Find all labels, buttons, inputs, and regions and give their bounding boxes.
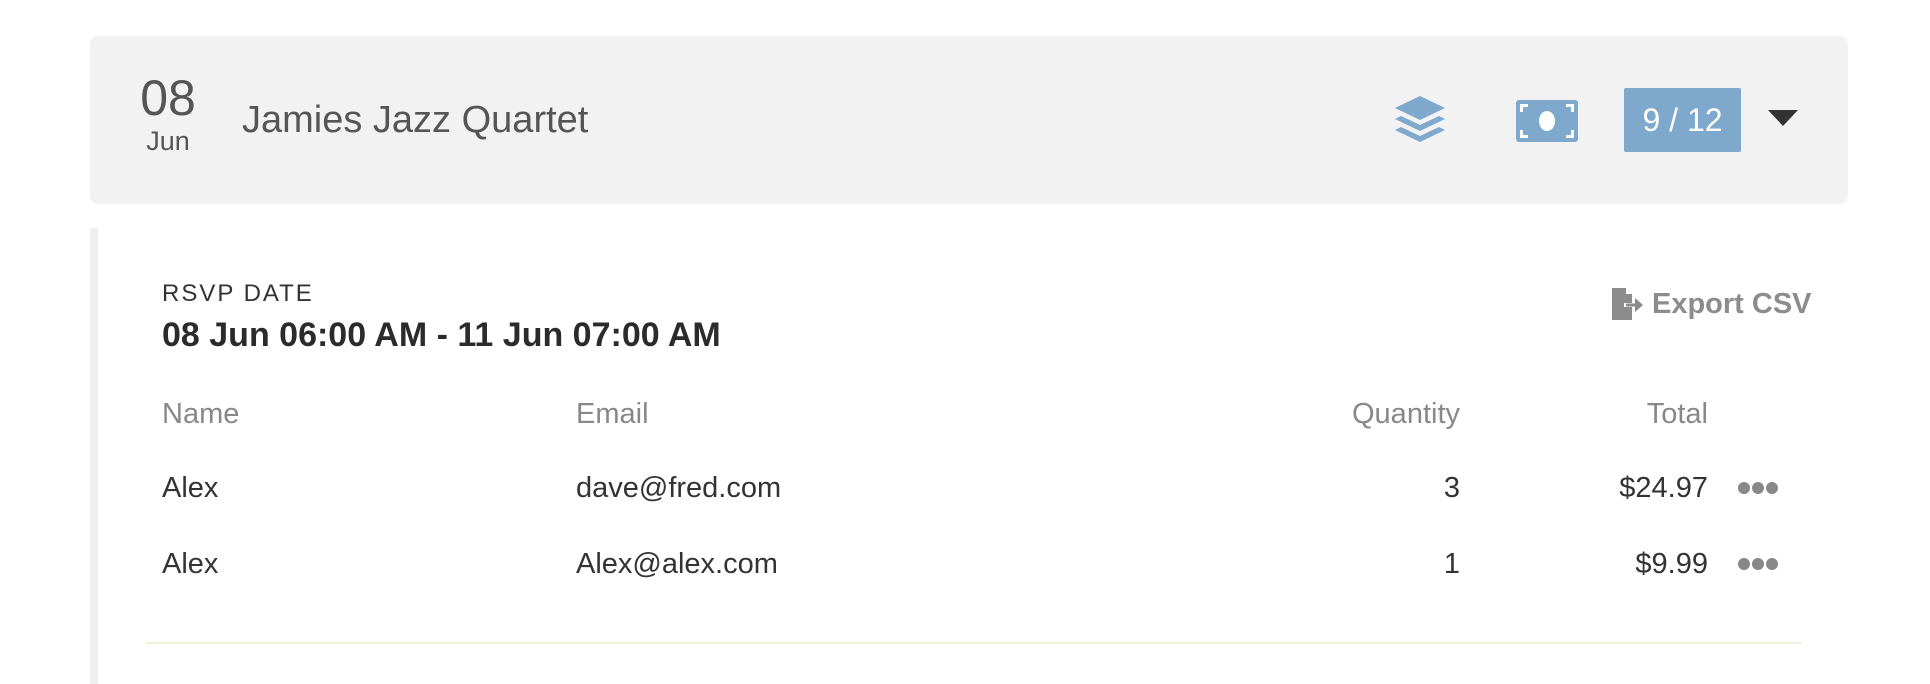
divider xyxy=(146,642,1802,644)
more-options-icon[interactable] xyxy=(1738,480,1778,496)
event-title: Jamies Jazz Quartet xyxy=(242,99,589,141)
more-options-icon[interactable] xyxy=(1738,556,1778,572)
cell-quantity: 3 xyxy=(1443,472,1460,504)
event-month: Jun xyxy=(146,126,190,156)
rsvp-date-range: 08 Jun 06:00 AM - 11 Jun 07:00 AM xyxy=(162,316,721,354)
table-row: Alex Alex@alex.com 1 $9.99 xyxy=(162,544,1802,584)
column-header-total: Total xyxy=(1646,398,1708,430)
cell-total: $9.99 xyxy=(1635,548,1708,580)
file-export-icon xyxy=(1610,288,1644,320)
cell-total: $24.97 xyxy=(1619,472,1708,504)
event-date: 08 Jun xyxy=(138,70,198,156)
column-header-email: Email xyxy=(576,398,649,430)
column-header-name: Name xyxy=(162,398,240,430)
layers-icon[interactable] xyxy=(1393,94,1447,146)
cell-name: Alex xyxy=(162,548,219,580)
rsvp-date-label: RSVP DATE xyxy=(162,280,314,307)
cell-email: Alex@alex.com xyxy=(576,548,778,580)
cell-quantity: 1 xyxy=(1443,548,1460,580)
export-csv-label: Export CSV xyxy=(1652,287,1812,320)
caret-down-icon[interactable] xyxy=(1768,110,1798,126)
cell-email: dave@fred.com xyxy=(576,472,782,504)
column-header-quantity: Quantity xyxy=(1352,398,1460,430)
money-icon[interactable] xyxy=(1516,100,1578,142)
export-csv-button[interactable]: Export CSV xyxy=(1610,284,1812,324)
rsvp-panel: RSVP DATE 08 Jun 06:00 AM - 11 Jun 07:00… xyxy=(90,228,1848,684)
table-header: Name Email Quantity Total xyxy=(162,394,1802,434)
table-row: Alex dave@fred.com 3 $24.97 xyxy=(162,468,1802,508)
event-day: 08 xyxy=(140,70,196,126)
rsvp-count-badge[interactable]: 9 / 12 xyxy=(1624,88,1741,152)
event-header[interactable]: 08 Jun Jamies Jazz Quartet 9 / 12 xyxy=(90,36,1848,204)
cell-name: Alex xyxy=(162,472,219,504)
